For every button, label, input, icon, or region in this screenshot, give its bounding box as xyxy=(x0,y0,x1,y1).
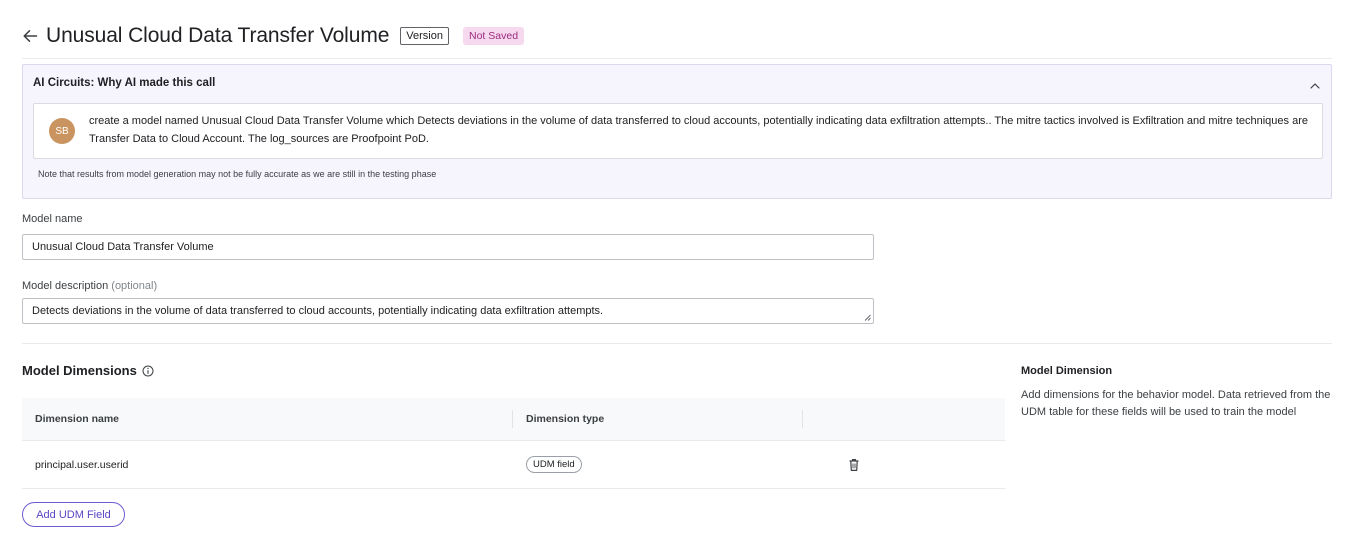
model-description-textarea[interactable]: Detects deviations in the volume of data… xyxy=(22,298,874,324)
ai-panel-title: AI Circuits: Why AI made this call xyxy=(33,77,216,89)
section-divider xyxy=(22,343,1332,344)
info-icon[interactable] xyxy=(142,365,154,377)
model-description-label-text: Model description xyxy=(22,280,109,292)
dimension-type-chip: UDM field xyxy=(526,456,582,473)
model-name-input[interactable]: Unusual Cloud Data Transfer Volume xyxy=(22,234,874,260)
header-divider xyxy=(22,58,1332,59)
add-udm-field-button[interactable]: Add UDM Field xyxy=(22,502,125,527)
column-separator xyxy=(802,410,803,428)
page-header: Unusual Cloud Data Transfer Volume Versi… xyxy=(21,20,525,52)
avatar: SB xyxy=(49,118,75,144)
column-header-dimension-name: Dimension name xyxy=(35,413,120,425)
trash-icon xyxy=(849,459,859,471)
dimensions-table: Dimension name Dimension type principal.… xyxy=(22,398,1005,489)
optional-hint: (optional) xyxy=(111,280,158,292)
model-name-label: Model name xyxy=(22,213,83,225)
model-description-value: Detects deviations in the volume of data… xyxy=(32,305,604,317)
table-row: principal.user.userid UDM field xyxy=(22,441,1005,489)
chevron-up-icon xyxy=(1310,83,1320,89)
column-header-dimension-type: Dimension type xyxy=(526,413,605,425)
prompt-card: SB create a model named Unusual Cloud Da… xyxy=(33,103,1323,159)
status-badge: Not Saved xyxy=(463,27,525,45)
dimension-name-cell: principal.user.userid xyxy=(35,459,129,471)
dimensions-title: Model Dimensions xyxy=(22,363,154,378)
ai-circuits-panel: AI Circuits: Why AI made this call SB cr… xyxy=(22,64,1332,199)
column-separator xyxy=(512,410,513,428)
version-button[interactable]: Version xyxy=(400,27,449,45)
help-text: Add dimensions for the behavior model. D… xyxy=(1021,389,1331,418)
arrow-back-icon xyxy=(23,30,38,42)
resize-grip-icon[interactable] xyxy=(864,314,871,321)
page-title: Unusual Cloud Data Transfer Volume xyxy=(46,24,390,47)
dimensions-title-text: Model Dimensions xyxy=(22,363,137,378)
collapse-button[interactable] xyxy=(1308,79,1322,93)
delete-row-button[interactable] xyxy=(848,458,860,472)
table-header: Dimension name Dimension type xyxy=(22,398,1005,441)
ai-disclaimer-note: Note that results from model generation … xyxy=(38,169,437,179)
back-button[interactable] xyxy=(21,27,39,45)
help-title: Model Dimension xyxy=(1021,365,1113,377)
model-name-value: Unusual Cloud Data Transfer Volume xyxy=(32,241,214,253)
model-editor-page: Unusual Cloud Data Transfer Volume Versi… xyxy=(0,0,1349,544)
prompt-text: create a model named Unusual Cloud Data … xyxy=(89,115,1308,145)
model-description-label: Model description (optional) xyxy=(22,280,157,292)
